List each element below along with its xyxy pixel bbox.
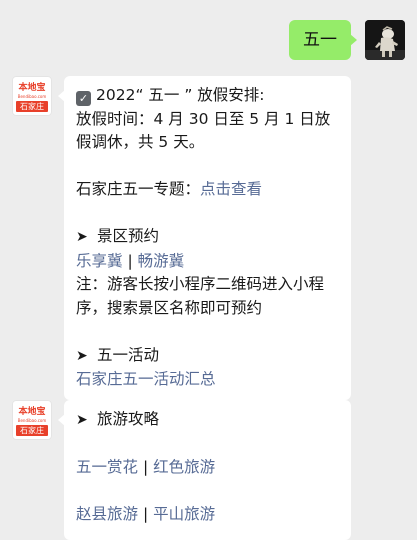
section-heading-travel: ➤ 旅游攻略 bbox=[76, 408, 339, 433]
logo-brand-name: 本地宝 bbox=[18, 83, 46, 93]
section-heading-scenic: ➤ 景区预约 bbox=[76, 225, 339, 250]
special-topic-link[interactable]: 点击查看 bbox=[200, 180, 262, 198]
bot-avatar[interactable]: 本地宝 Bendibao.com 石家庄 bbox=[12, 76, 52, 116]
link-changyouji[interactable]: 畅游冀 bbox=[138, 252, 185, 270]
link-separator: | bbox=[142, 505, 149, 523]
section-heading-events: ➤ 五一活动 bbox=[76, 344, 339, 369]
bot-avatar[interactable]: 本地宝 Bendibao.com 石家庄 bbox=[12, 400, 52, 440]
events-link-line: 石家庄五一活动汇总 bbox=[76, 368, 339, 392]
link-flowers[interactable]: 五一赏花 bbox=[76, 458, 138, 476]
link-separator: | bbox=[127, 251, 133, 270]
arrow-icon: ➤ bbox=[76, 229, 88, 245]
scenic-note: 注：游客长按小程序二维码进入小程序，搜索景区名称即可预约 bbox=[76, 275, 325, 317]
self-message-bubble[interactable]: 五一 bbox=[289, 20, 357, 60]
special-topic-label: 石家庄五一专题： bbox=[76, 180, 201, 198]
link-red-tourism[interactable]: 红色旅游 bbox=[153, 458, 215, 476]
holiday-heading: ✓ 2022“ 五一 ” 放假安排: bbox=[76, 84, 339, 108]
link-pingshan[interactable]: 平山旅游 bbox=[153, 505, 215, 523]
travel-links-line-2: 赵县旅游 | 平山旅游 bbox=[76, 503, 339, 527]
bot-message-bubble: ➤ 旅游攻略 五一赏花 | 红色旅游 赵县旅游 | 平山旅游 bbox=[58, 400, 351, 540]
figure-avatar-icon bbox=[365, 20, 405, 60]
link-separator: | bbox=[142, 458, 149, 476]
arrow-icon: ➤ bbox=[76, 412, 88, 428]
travel-links-line-1: 五一赏花 | 红色旅游 bbox=[76, 456, 339, 480]
link-events-summary[interactable]: 石家庄五一活动汇总 bbox=[76, 370, 216, 388]
logo-url: Bendibao.com bbox=[17, 94, 47, 99]
logo-city: 石家庄 bbox=[16, 101, 48, 112]
link-lexiangji[interactable]: 乐享冀 bbox=[76, 252, 123, 270]
arrow-icon: ➤ bbox=[76, 347, 88, 364]
scenic-links-line: 乐享冀 | 畅游冀 bbox=[76, 250, 339, 274]
check-icon: ✓ bbox=[76, 91, 91, 106]
holiday-time-text: 放假时间：4 月 30 日至 5 月 1 日放假调休，共 5 天。 bbox=[76, 109, 331, 152]
link-zhaoxian[interactable]: 赵县旅游 bbox=[76, 505, 138, 523]
bot-message-bubble: ✓ 2022“ 五一 ” 放假安排: 放假时间：4 月 30 日至 5 月 1 日… bbox=[58, 76, 351, 400]
logo-city: 石家庄 bbox=[16, 425, 48, 436]
self-message-row: 五一 bbox=[0, 20, 417, 64]
logo-url: Bendibao.com bbox=[17, 418, 47, 423]
self-avatar[interactable] bbox=[365, 20, 405, 60]
logo-brand-name: 本地宝 bbox=[18, 407, 46, 417]
special-topic-line: 石家庄五一专题：点击查看 bbox=[76, 178, 339, 202]
